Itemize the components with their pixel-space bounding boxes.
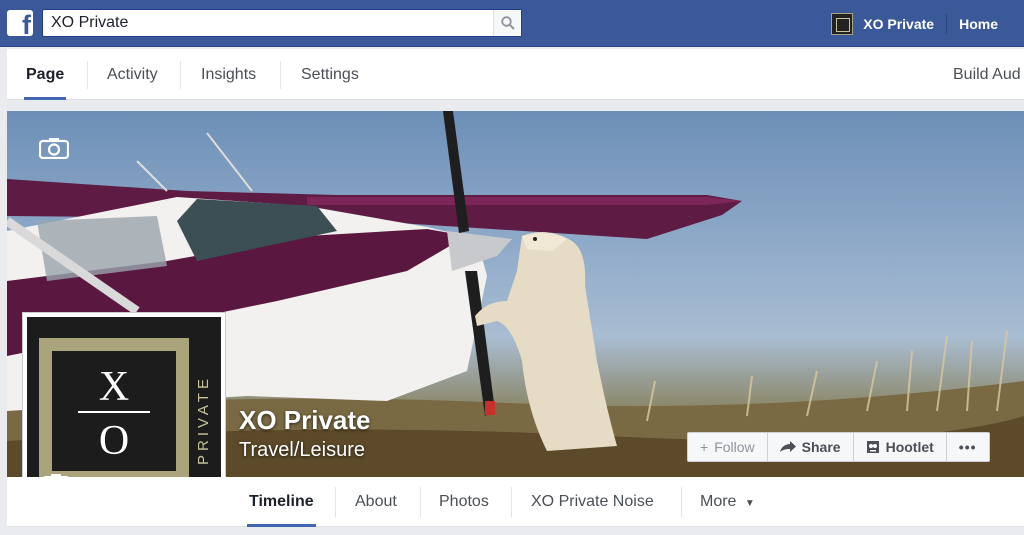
divider: [87, 61, 88, 89]
admin-tab-settings[interactable]: Settings: [301, 49, 359, 100]
page-action-buttons: + Follow Share Hootlet •••: [687, 432, 990, 462]
logo-o: O: [98, 418, 130, 464]
share-label: Share: [801, 439, 841, 455]
page-category[interactable]: Travel/Leisure: [239, 439, 365, 462]
more-options-button[interactable]: •••: [946, 432, 990, 462]
share-button[interactable]: Share: [767, 432, 854, 462]
divider: [511, 487, 512, 517]
tab-timeline[interactable]: Timeline: [247, 477, 316, 527]
hootlet-owl-icon: [866, 441, 879, 453]
logo-divider: [78, 411, 150, 413]
tab-more[interactable]: More ▼: [700, 477, 755, 527]
follow-button[interactable]: + Follow: [687, 432, 768, 462]
page-admin-bar: Page Activity Insights Settings Build Au…: [7, 49, 1024, 100]
divider: [681, 487, 682, 517]
page-name[interactable]: XO Private: [239, 405, 371, 436]
home-link[interactable]: Home: [947, 16, 1024, 32]
page-tabs-bar: Timeline About Photos XO Private Noise M…: [7, 477, 1024, 527]
tab-more-label: More: [700, 493, 737, 510]
divider: [420, 487, 421, 517]
share-arrow-icon: [779, 441, 796, 452]
admin-tab-insights[interactable]: Insights: [201, 49, 256, 100]
divider: [335, 487, 336, 517]
admin-tab-build-audience[interactable]: Build Aud: [953, 49, 1021, 100]
top-right-nav: XO Private Home: [831, 0, 1024, 47]
hootlet-button[interactable]: Hootlet: [853, 432, 947, 462]
divider: [180, 61, 181, 89]
logo-private-text: PRIVATE: [195, 375, 212, 465]
logo-frame: X O: [39, 338, 189, 484]
admin-tab-page[interactable]: Page: [24, 49, 67, 100]
follow-label: Follow: [714, 439, 755, 455]
plus-icon: +: [700, 439, 709, 455]
account-name-link[interactable]: XO Private: [863, 16, 946, 32]
change-cover-camera-icon[interactable]: [39, 137, 69, 159]
facebook-logo-icon[interactable]: f: [7, 10, 33, 36]
search-input[interactable]: [43, 10, 493, 36]
logo-x: X: [98, 364, 130, 410]
tab-xo-private-noise[interactable]: XO Private Noise: [531, 477, 654, 527]
search-button[interactable]: [493, 10, 521, 36]
top-navigation-bar: f XO Private Home: [0, 0, 1024, 47]
tab-photos[interactable]: Photos: [439, 477, 489, 527]
search-box: [42, 9, 522, 37]
account-avatar[interactable]: [831, 12, 854, 35]
tab-about[interactable]: About: [355, 477, 397, 527]
hootlet-label: Hootlet: [885, 439, 934, 455]
caret-down-icon: ▼: [744, 498, 755, 509]
admin-tab-activity[interactable]: Activity: [107, 49, 158, 100]
search-icon: [501, 16, 515, 30]
divider: [280, 61, 281, 89]
